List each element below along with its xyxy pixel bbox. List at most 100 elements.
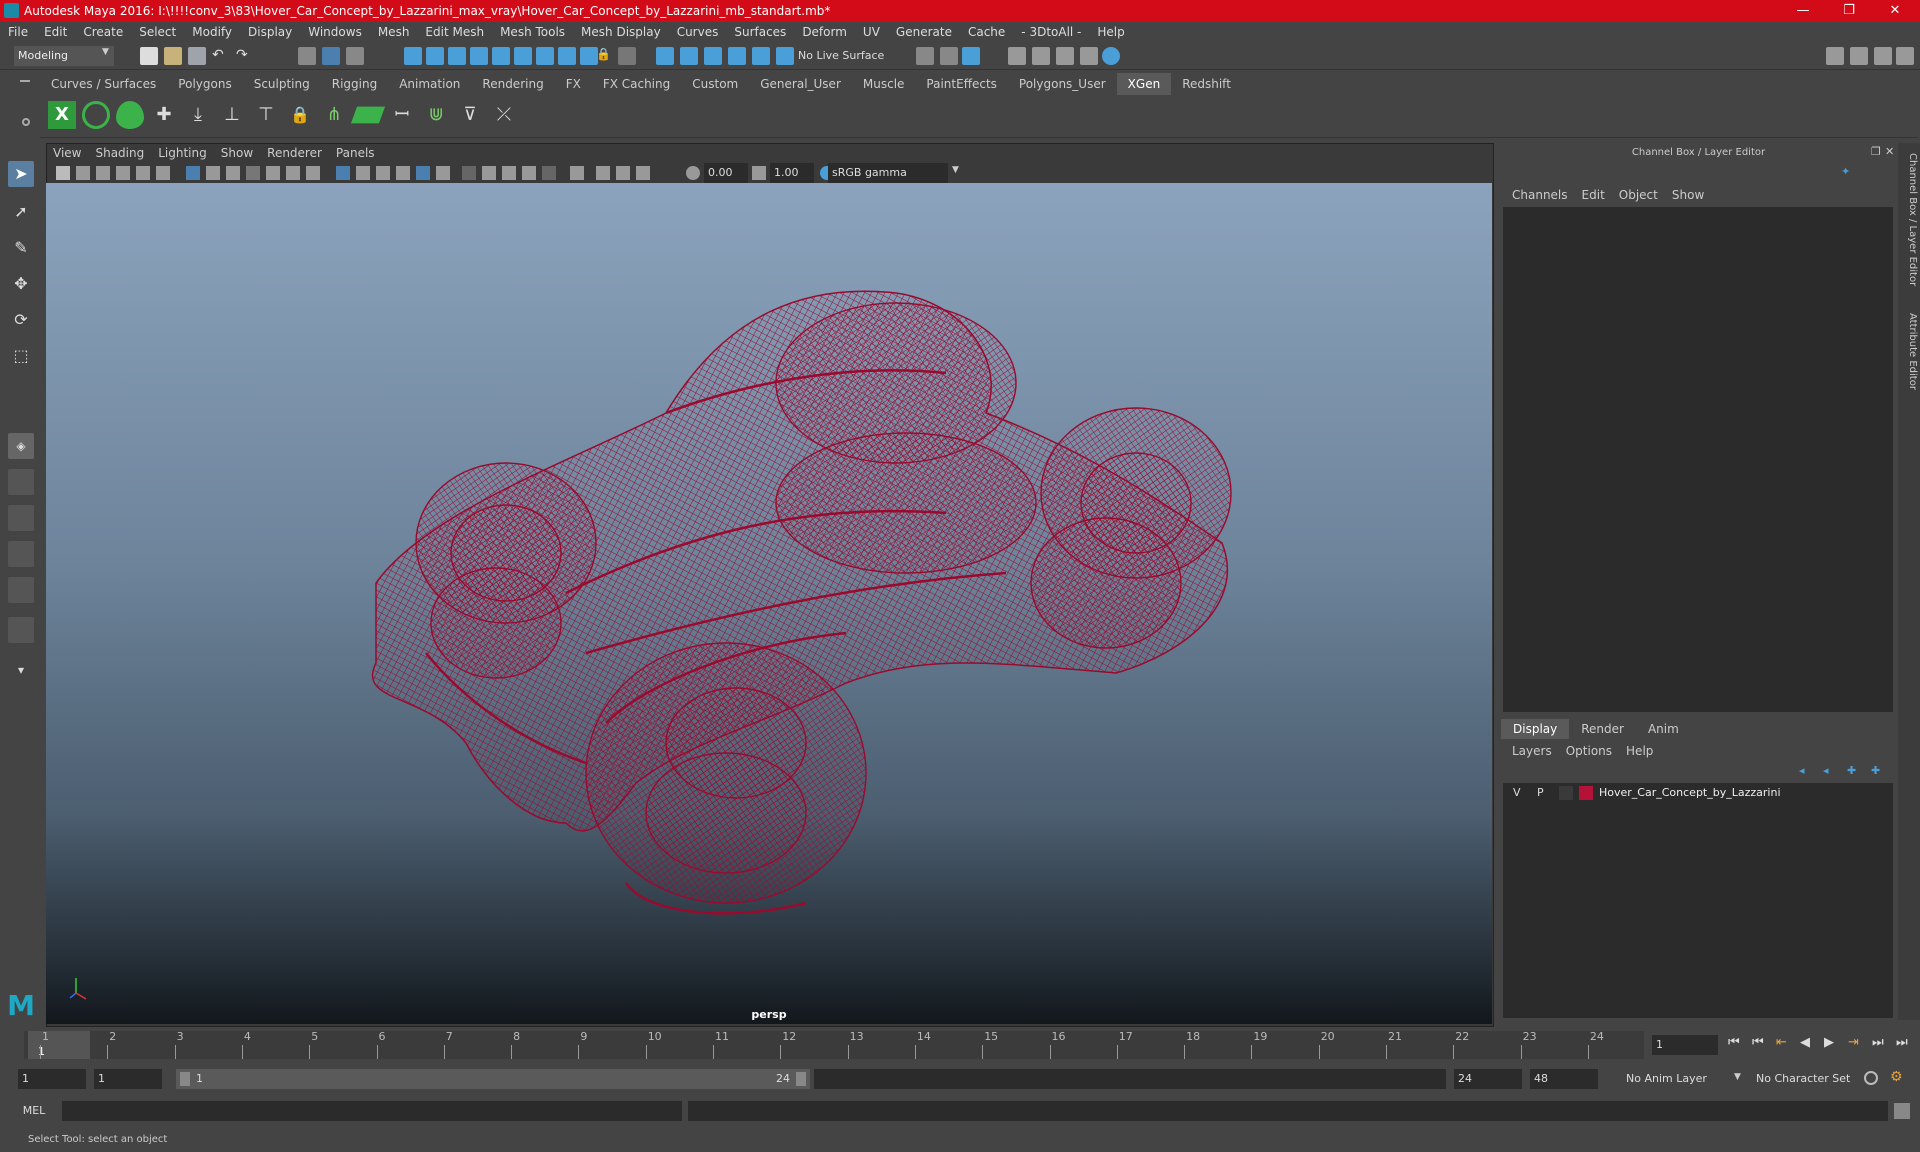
tab-anim[interactable]: Anim [1636,719,1691,739]
menu-display[interactable]: Display [240,22,300,43]
camera-select-icon[interactable] [56,166,70,180]
go-to-end-icon[interactable]: ⏭ [1896,1035,1908,1050]
viewport-menu-shading[interactable]: Shading [88,143,151,163]
character-set-dropdown[interactable]: No Character Set [1752,1069,1864,1089]
menu-file[interactable]: File [0,22,36,43]
animation-start-field[interactable]: 1 [18,1069,86,1089]
layer-row[interactable]: V P Hover_Car_Concept_by_Lazzarini [1503,783,1893,803]
screen-space-ao-icon[interactable] [482,166,496,180]
menu-uv[interactable]: UV [855,22,888,43]
viewport-menu-lighting[interactable]: Lighting [151,143,214,163]
light-editor-icon[interactable] [1080,47,1098,65]
menu-modify[interactable]: Modify [184,22,240,43]
grease-pencil-icon[interactable] [156,166,170,180]
undo-icon[interactable]: ↶ [212,47,230,65]
3d-viewport[interactable]: persp [46,183,1492,1024]
grow-guides-icon[interactable]: ⋔ [320,101,348,129]
menu-3dtoall[interactable]: - 3DtoAll - [1013,22,1089,43]
grass-icon[interactable]: ⋓ [422,101,450,129]
select-hierarchy-icon[interactable] [298,47,316,65]
step-forward-key-icon[interactable]: ⏭ [1872,1035,1884,1050]
new-layer-selected-icon[interactable]: ✚ [1871,764,1880,777]
move-tool-icon[interactable]: ✥ [8,271,34,297]
go-to-start-icon[interactable]: ⏮ [1728,1035,1740,1050]
ipr-render-icon[interactable] [962,47,980,65]
layer-visibility-toggle[interactable]: V [1513,786,1521,799]
range-slider[interactable]: 1 24 [176,1069,810,1089]
redshift-icon[interactable] [1102,47,1120,65]
help-menu[interactable]: Help [1619,741,1660,761]
step-back-frame-icon[interactable]: ⇤ [1776,1035,1787,1050]
guide-visibility-icon[interactable]: ⊤ [252,101,280,129]
persp-outliner-icon[interactable] [8,541,34,567]
gate-mask-icon[interactable] [246,166,260,180]
animation-end-field[interactable]: 48 [1530,1069,1598,1089]
cut-guides-icon[interactable]: ⊽ [456,101,484,129]
channel-list[interactable] [1503,207,1893,712]
menu-deform[interactable]: Deform [794,22,855,43]
grid-icon[interactable] [186,166,200,180]
options-menu[interactable]: Options [1559,741,1619,761]
select-dynamics-icon[interactable] [558,47,576,65]
snap-view-icon[interactable] [728,47,746,65]
shelf-settings-icon[interactable] [22,118,30,126]
current-frame-field[interactable]: 1 [1652,1035,1718,1055]
range-slider-left-handle[interactable] [180,1072,190,1086]
playback-start-field[interactable]: 1 [94,1069,162,1089]
auto-key-icon[interactable] [1864,1071,1878,1085]
play-forwards-icon[interactable]: ▶ [1824,1035,1834,1050]
resolution-gate-icon[interactable] [226,166,240,180]
field-chart-icon[interactable] [266,166,280,180]
smooth-shade-icon[interactable] [356,166,370,180]
anim-layer-dropdown[interactable]: No Anim Layer [1622,1069,1734,1089]
menu-mesh[interactable]: Mesh [370,22,418,43]
tab-display[interactable]: Display [1501,719,1570,739]
textured-icon[interactable] [416,166,430,180]
script-language-toggle[interactable]: MEL [14,1101,54,1121]
anti-aliasing-icon[interactable] [522,166,536,180]
select-vertex-icon[interactable] [404,47,422,65]
xgen-description-icon[interactable] [116,101,144,129]
side-tab-channel-box[interactable]: Channel Box / Layer Editor [1900,153,1918,303]
tab-render[interactable]: Render [1569,719,1636,739]
shelf-tab-general-user[interactable]: General_User [749,73,852,95]
menu-select[interactable]: Select [131,22,184,43]
workspace-icon[interactable] [1826,47,1844,65]
edit-menu[interactable]: Edit [1575,185,1612,205]
shelf-tab-rigging[interactable]: Rigging [321,73,388,95]
shelf-tab-sculpting[interactable]: Sculpting [243,73,321,95]
maximize-button[interactable]: ❐ [1826,0,1872,22]
menu-curves[interactable]: Curves [669,22,727,43]
shelf-tab-redshift[interactable]: Redshift [1171,73,1242,95]
shelf-tab-polygons-user[interactable]: Polygons_User [1008,73,1117,95]
step-back-key-icon[interactable]: ⏮ [1752,1035,1764,1050]
isolate-select-icon[interactable] [570,166,584,180]
persp-graph-icon[interactable] [8,577,34,603]
highlight-icon[interactable] [618,47,636,65]
add-guide-icon[interactable]: ✚ [150,101,178,129]
minimize-button[interactable]: — [1780,0,1826,22]
shelf-tab-animation[interactable]: Animation [388,73,471,95]
menu-windows[interactable]: Windows [300,22,370,43]
menu-generate[interactable]: Generate [888,22,960,43]
exposure-field[interactable]: 0.00 [704,163,748,183]
bookmark-icon[interactable] [96,166,110,180]
viewport-menu-renderer[interactable]: Renderer [260,143,329,163]
xgen-editor-icon[interactable]: X [48,101,76,129]
viewport-menu-panels[interactable]: Panels [329,143,382,163]
side-tab-attribute-editor[interactable]: Attribute Editor [1900,313,1918,433]
exposure-icon[interactable] [686,166,700,180]
layer-playback-toggle[interactable]: P [1537,786,1544,799]
wireframe-icon[interactable] [336,166,350,180]
command-input[interactable] [62,1101,682,1121]
default-material-icon[interactable] [376,166,390,180]
new-layer-icon[interactable]: ✚ [1847,764,1856,777]
viewport-menu-show[interactable]: Show [214,143,260,163]
channel-box-options-icon[interactable]: ✦ [1841,165,1855,179]
xray-icon[interactable] [596,166,610,180]
shelf-tab-polygons[interactable]: Polygons [167,73,242,95]
current-frame-marker[interactable]: 1 [28,1031,90,1059]
show-menu[interactable]: Show [1665,185,1711,205]
shelf-tab-painteffects[interactable]: PaintEffects [915,73,1007,95]
channels-menu[interactable]: Channels [1505,185,1575,205]
